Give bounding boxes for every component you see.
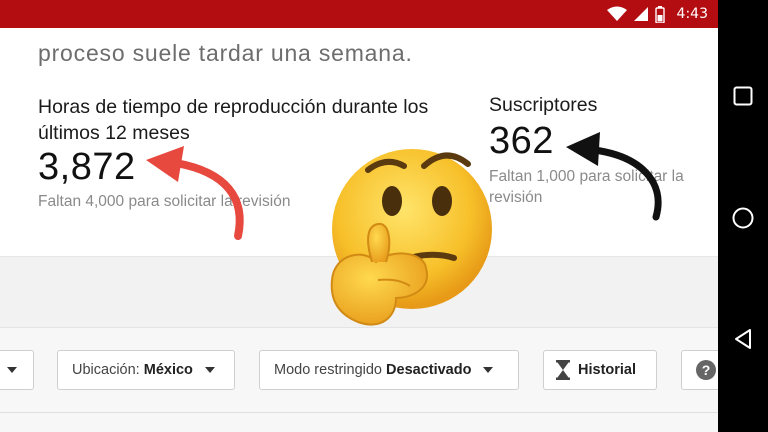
restricted-mode-value: Desactivado [386, 362, 472, 378]
location-label: Ubicación: [72, 362, 140, 378]
intro-text: proceso suele tardar una semana. [38, 40, 413, 66]
home-button[interactable] [730, 205, 756, 231]
chevron-down-icon [7, 367, 17, 373]
watch-time-title: Horas de tiempo de reproducción durante … [38, 96, 429, 144]
android-nav-bar [718, 0, 768, 432]
back-triangle-icon [735, 329, 751, 349]
watch-time-note: Faltan 4,000 para solicitar la revisión [38, 193, 291, 210]
restricted-mode-label: Modo restringido [274, 362, 382, 378]
status-icons: 4:43 [606, 5, 708, 23]
recents-square-icon [733, 86, 753, 106]
watch-time-value: 3,872 [38, 146, 136, 188]
battery-icon [654, 5, 665, 23]
location-value: México [143, 362, 193, 378]
status-bar: 4:43 [0, 0, 718, 28]
clock-time: 4:43 [676, 6, 708, 22]
cell-signal-icon [633, 7, 648, 21]
footer-filters: Ubicación: México Modo restringido Desac… [0, 328, 718, 432]
chevron-down-icon [483, 367, 494, 373]
back-button[interactable] [730, 326, 756, 352]
section-divider [0, 256, 718, 328]
channel-eligibility-panel: proceso suele tardar una semana. Horas d… [0, 28, 718, 432]
chevron-down-icon [204, 367, 215, 373]
footer-divider [0, 412, 718, 413]
location-dropdown[interactable]: Ubicación: México [57, 350, 235, 390]
history-label: Historial [578, 362, 637, 378]
help-button[interactable]: ? [681, 350, 718, 390]
hourglass-icon [556, 360, 570, 380]
wifi-icon [606, 6, 627, 21]
recents-button[interactable] [730, 83, 756, 109]
subscribers-value: 362 [489, 120, 554, 162]
home-circle-icon [732, 207, 754, 229]
help-icon: ? [696, 360, 716, 380]
subscribers-note: Faltan 1,000 para solicitar la revisión [489, 168, 684, 206]
history-button[interactable]: Historial [543, 350, 657, 390]
language-dropdown[interactable] [0, 350, 34, 390]
subscribers-title: Suscriptores [489, 94, 598, 116]
restricted-mode-dropdown[interactable]: Modo restringido Desactivado [259, 350, 519, 390]
